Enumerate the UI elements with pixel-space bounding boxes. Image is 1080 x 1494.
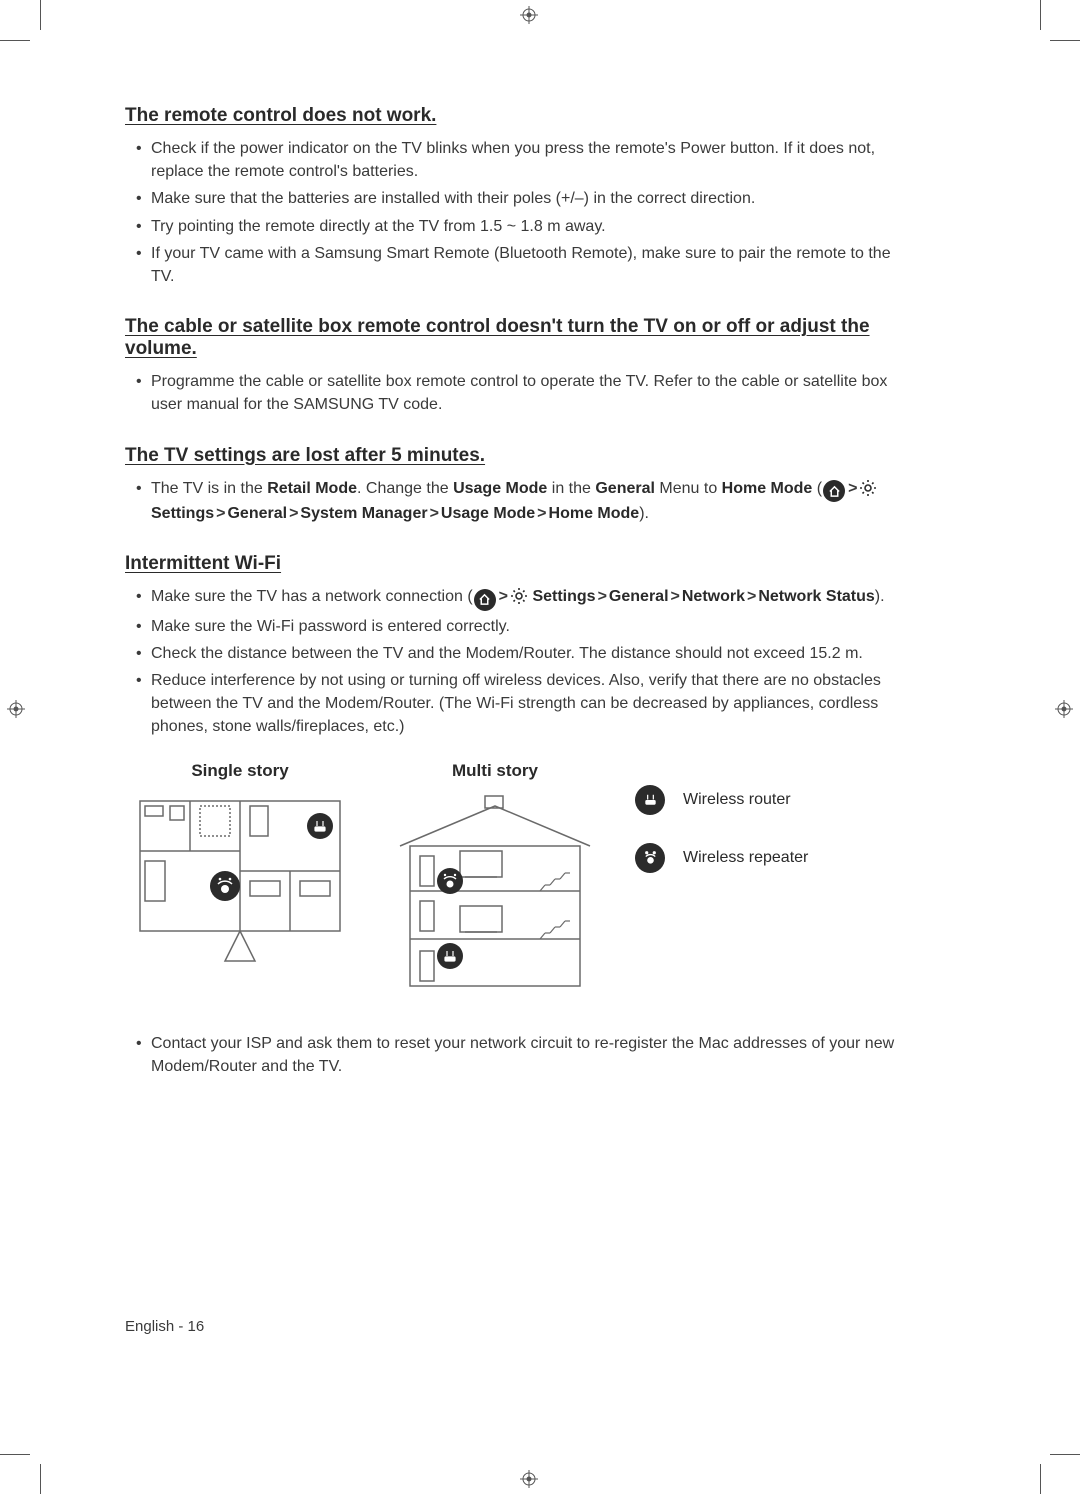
bold-text: General — [595, 480, 655, 497]
multi-story-diagram — [390, 791, 600, 996]
text: ). — [875, 588, 885, 605]
home-icon — [823, 480, 845, 502]
register-mark-icon — [520, 1470, 538, 1488]
chevron-right-icon: > — [497, 588, 510, 605]
legend-label: Wireless router — [683, 791, 791, 809]
list-item: If your TV came with a Samsung Smart Rem… — [151, 242, 895, 288]
chevron-right-icon: > — [745, 588, 758, 605]
bullet-list: The TV is in the Retail Mode. Change the… — [125, 477, 895, 526]
gear-icon — [510, 587, 528, 605]
legend-row: Wireless router — [635, 785, 808, 815]
bold-text: Network Status — [758, 588, 874, 605]
register-mark-icon — [7, 700, 25, 718]
crop-mark — [1040, 1464, 1041, 1494]
crop-mark — [0, 1454, 30, 1455]
legend-row: Wireless repeater — [635, 843, 808, 873]
page-footer: English - 16 — [125, 1318, 204, 1335]
chevron-right-icon: > — [214, 505, 227, 522]
bold-text: Retail Mode — [267, 480, 357, 497]
list-item: Contact your ISP and ask them to reset y… — [151, 1032, 895, 1078]
section-heading: The cable or satellite box remote contro… — [125, 316, 895, 360]
list-item: The TV is in the Retail Mode. Change the… — [151, 477, 895, 526]
list-item: Check if the power indicator on the TV b… — [151, 137, 895, 183]
list-item: Make sure that the batteries are install… — [151, 187, 895, 210]
section-heading: Intermittent Wi-Fi — [125, 553, 895, 575]
register-mark-icon — [1055, 700, 1073, 718]
bold-text: Settings — [151, 505, 214, 522]
bold-text: Network — [682, 588, 745, 605]
chevron-right-icon: > — [846, 480, 859, 497]
single-story-diagram — [130, 791, 350, 976]
bold-text: Home Mode — [549, 505, 640, 522]
list-item: Check the distance between the TV and th… — [151, 642, 895, 665]
diagram-caption: Multi story — [452, 761, 538, 781]
list-item: Make sure the TV has a network connectio… — [151, 585, 895, 611]
bullet-list: Make sure the TV has a network connectio… — [125, 585, 895, 738]
crop-mark — [0, 40, 30, 41]
text: in the — [547, 480, 595, 497]
bullet-list: Check if the power indicator on the TV b… — [125, 137, 895, 288]
crop-mark — [1040, 0, 1041, 30]
chevron-right-icon: > — [535, 505, 548, 522]
crop-mark — [1050, 40, 1080, 41]
text: . Change the — [357, 480, 453, 497]
chevron-right-icon: > — [669, 588, 682, 605]
bold-text: Usage Mode — [453, 480, 547, 497]
text: ( — [812, 480, 822, 497]
diagram-caption: Single story — [191, 761, 288, 781]
crop-mark — [40, 0, 41, 30]
chevron-right-icon: > — [596, 588, 609, 605]
diagram-legend: Wireless router Wireless repeater — [635, 761, 808, 996]
register-mark-icon — [520, 6, 538, 24]
list-item: Programme the cable or satellite box rem… — [151, 370, 895, 416]
bold-text: System Manager — [300, 505, 427, 522]
chevron-right-icon: > — [428, 505, 441, 522]
bold-text: Settings — [532, 588, 595, 605]
section-heading: The TV settings are lost after 5 minutes… — [125, 445, 895, 467]
chevron-right-icon: > — [287, 505, 300, 522]
text: ). — [639, 505, 649, 522]
bold-text: Usage Mode — [441, 505, 535, 522]
bullet-list: Programme the cable or satellite box rem… — [125, 370, 895, 416]
list-item: Try pointing the remote directly at the … — [151, 215, 895, 238]
diagram-row: Single story — [125, 761, 895, 996]
bold-text: General — [609, 588, 669, 605]
bold-text: Home Mode — [722, 480, 813, 497]
bold-text: General — [227, 505, 287, 522]
text: Menu to — [655, 480, 722, 497]
text: The TV is in the — [151, 480, 267, 497]
text: Make sure the TV has a network connectio… — [151, 588, 473, 605]
crop-mark — [1050, 1454, 1080, 1455]
section-heading: The remote control does not work. — [125, 105, 895, 127]
bullet-list: Contact your ISP and ask them to reset y… — [125, 1032, 895, 1078]
router-icon — [635, 785, 665, 815]
legend-label: Wireless repeater — [683, 849, 808, 867]
gear-icon — [859, 479, 877, 497]
page-content: The remote control does not work. Check … — [125, 105, 895, 1082]
list-item: Reduce interference by not using or turn… — [151, 669, 895, 739]
crop-mark — [40, 1464, 41, 1494]
repeater-icon — [635, 843, 665, 873]
home-icon — [474, 589, 496, 611]
list-item: Make sure the Wi-Fi password is entered … — [151, 615, 895, 638]
